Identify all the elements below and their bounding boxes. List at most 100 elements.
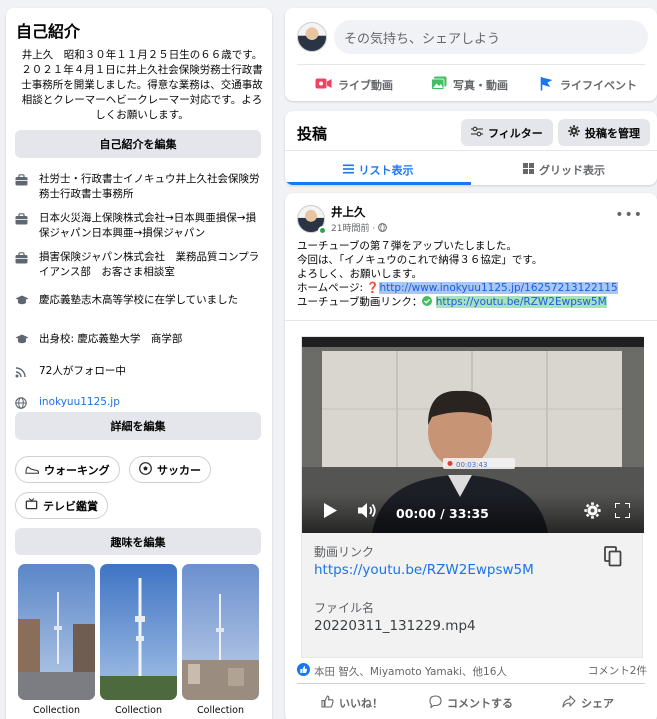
- tab-label: リスト表示: [358, 164, 414, 177]
- filter-label: フィルター: [488, 126, 543, 140]
- attachment-preview: 00:03:43 00:00 / 33:35 動画リンク https://you…: [301, 336, 644, 658]
- avatar[interactable]: [297, 22, 327, 52]
- posts-title: 投稿: [297, 125, 328, 143]
- edit-intro-button[interactable]: 自己紹介を編集: [15, 130, 261, 158]
- collection-photo-2[interactable]: [100, 564, 177, 700]
- divider: [297, 683, 645, 684]
- sneaker-icon: [25, 463, 39, 477]
- collection-label: Collection: [197, 705, 244, 716]
- online-status-dot: [318, 226, 327, 235]
- hobby-tv[interactable]: テレビ鑑賞: [15, 492, 108, 519]
- recording-time: 00:03:43: [456, 461, 487, 469]
- share-label: シェア: [581, 697, 614, 710]
- life-event-flag-icon: [540, 76, 554, 95]
- work-text: 日本火災海上保険株式会社→日本興亜損保→損保ジャパン日本興亜→損保ジャパン: [39, 212, 257, 239]
- composer-input[interactable]: その気持ち、シェアしよう: [334, 20, 648, 54]
- post-youtube-line: ユーチューブ動画リンク： https://youtu.be/RZW2Ewpsw5…: [297, 296, 642, 310]
- share-button[interactable]: シェア: [562, 690, 614, 716]
- volume-icon[interactable]: [358, 502, 377, 522]
- reactions-text: 本田 智久、Miyamoto Yamaki、他16人: [314, 665, 507, 678]
- comment-button[interactable]: コメントする: [429, 690, 513, 716]
- soccer-ball-icon: [139, 461, 152, 478]
- copy-icon[interactable]: [604, 546, 622, 570]
- post-line-2: 今回は、「イノキュウのこれで納得３６協定」です。: [297, 254, 543, 266]
- question-icon: ❓: [366, 282, 380, 294]
- live-video-icon: [315, 76, 332, 94]
- tv-icon: [25, 498, 38, 513]
- edit-details-button[interactable]: 詳細を編集: [15, 412, 261, 440]
- post-line-3: よろしく、お願いします。: [297, 268, 422, 280]
- video-player[interactable]: 00:03:43 00:00 / 33:35: [302, 337, 644, 533]
- settings-gear-icon[interactable]: [584, 502, 601, 522]
- hobby-label: テレビ鑑賞: [43, 499, 98, 513]
- filter-button[interactable]: フィルター: [461, 119, 553, 146]
- live-video-label: ライブ動画: [338, 79, 393, 92]
- file-name: 20220311_131229.mp4: [314, 618, 476, 634]
- video-link[interactable]: https://youtu.be/RZW2Ewpsw5M: [314, 562, 534, 578]
- post-line-1: ユーチューブの第７弾をアップいたしました。: [297, 240, 517, 252]
- comment-label: コメントする: [447, 697, 513, 710]
- comments-count[interactable]: コメント2件: [588, 663, 647, 678]
- reactions-summary[interactable]: 本田 智久、Miyamoto Yamaki、他16人: [297, 663, 507, 679]
- graduation-cap-icon: [15, 293, 33, 308]
- player-time: 00:00 / 33:35: [396, 506, 489, 521]
- photo-video-icon: [431, 76, 447, 94]
- collection-photo-1[interactable]: [18, 564, 95, 700]
- active-tab-indicator: [285, 182, 471, 185]
- divider: [297, 64, 645, 65]
- followers-item: 72人がフォロー中: [15, 364, 265, 379]
- intro-title: 自己紹介: [16, 22, 81, 41]
- youtube-prefix: ユーチューブ動画リンク：: [297, 296, 423, 308]
- post-composer: その気持ち、シェアしよう ライブ動画 写真・動画 ライフイベント: [285, 8, 657, 101]
- collection-label: Collection: [33, 705, 80, 716]
- photo-video-button[interactable]: 写真・動画: [431, 70, 508, 100]
- more-options-icon[interactable]: •••: [615, 207, 643, 223]
- check-icon: [422, 296, 433, 308]
- like-reaction-icon: [297, 663, 310, 679]
- manage-posts-button[interactable]: 投稿を管理: [558, 119, 650, 146]
- audience-globe-icon[interactable]: [378, 223, 387, 234]
- manage-posts-label: 投稿を管理: [585, 126, 640, 140]
- comment-bubble-icon: [429, 694, 442, 712]
- list-icon: [342, 164, 354, 177]
- rss-icon: [15, 364, 33, 379]
- file-name-label: ファイル名: [314, 601, 375, 615]
- intro-card: 自己紹介 井上久 昭和３０年１１月２５日生の６６歳です。２０２１年４月１日に井上…: [6, 8, 272, 719]
- tab-grid-view[interactable]: グリッド表示: [471, 155, 657, 185]
- collection-photo-3[interactable]: [182, 564, 259, 700]
- post-card: 井上久 21時間前 · ••• ユーチューブの第７弾をアップいたしました。 今回…: [285, 193, 657, 719]
- website-item[interactable]: inokyuu1125.jp: [15, 395, 265, 410]
- briefcase-icon: [15, 172, 33, 187]
- play-icon[interactable]: [324, 503, 337, 521]
- tab-label: グリッド表示: [539, 164, 605, 177]
- filter-icon: [471, 126, 483, 140]
- post-author[interactable]: 井上久: [331, 204, 366, 220]
- collection-label: Collection: [115, 705, 162, 716]
- edit-hobbies-button[interactable]: 趣味を編集: [15, 528, 261, 555]
- hobby-soccer[interactable]: サッカー: [129, 456, 211, 483]
- homepage-link[interactable]: http://www.inokyuu1125.jp/16257213122115: [379, 282, 618, 294]
- posts-header: 投稿 フィルター 投稿を管理 リスト表示 グリッド表示: [285, 111, 657, 185]
- divider: [285, 150, 657, 151]
- post-homepage-line: ホームページ: ❓http://www.inokyuu1125.jp/16257…: [297, 282, 642, 296]
- life-event-button[interactable]: ライフイベント: [540, 70, 637, 100]
- globe-icon: [15, 395, 33, 410]
- video-link-label: 動画リンク: [314, 545, 375, 559]
- education-item-1: 慶応義塾志木高等学校に在学していました: [15, 293, 265, 308]
- hobby-walking[interactable]: ウォーキング: [15, 456, 120, 483]
- divider: [285, 320, 657, 321]
- work-item-1: 社労士・行政書士イノキュウ井上久社会保険労務士行政書士事務所: [15, 172, 265, 202]
- fullscreen-icon[interactable]: [614, 502, 631, 521]
- like-button[interactable]: いいね！: [321, 690, 383, 716]
- website-link[interactable]: inokyuu1125.jp: [39, 395, 265, 410]
- youtube-link[interactable]: https://youtu.be/RZW2Ewpsw5M: [435, 296, 607, 308]
- post-time[interactable]: 21時間前: [331, 224, 369, 234]
- thumbs-up-icon: [321, 694, 334, 712]
- live-video-button[interactable]: ライブ動画: [315, 70, 393, 100]
- education-text: 慶応義塾志木高等学校に在学していました: [39, 294, 239, 306]
- work-item-2: 日本火災海上保険株式会社→日本興亜損保→損保ジャパン日本興亜→損保ジャパン: [15, 211, 265, 241]
- tab-list-view[interactable]: リスト表示: [285, 155, 471, 185]
- followers-text: 72人がフォロー中: [39, 365, 126, 377]
- gear-icon: [568, 125, 580, 140]
- photo-video-label: 写真・動画: [453, 79, 508, 92]
